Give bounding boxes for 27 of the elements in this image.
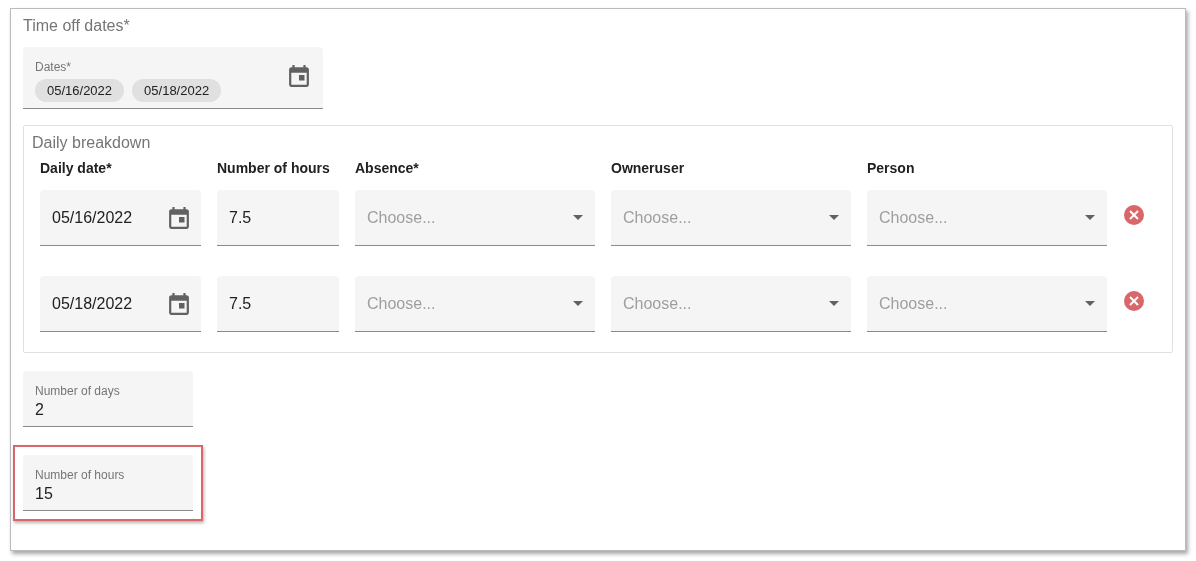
calendar-icon[interactable]	[289, 65, 309, 87]
date-input[interactable]: 05/16/2022	[40, 190, 201, 246]
panel-legend: Daily breakdown	[32, 134, 151, 152]
dropdown-caret-icon	[573, 215, 583, 220]
dropdown-caret-icon	[829, 215, 839, 220]
column-header: Daily date*	[40, 160, 113, 176]
date-chip[interactable]: 05/16/2022	[35, 79, 125, 102]
calendar-icon[interactable]	[169, 292, 189, 315]
hours-input[interactable]: 7.5	[217, 190, 339, 246]
dropdown-caret-icon	[573, 301, 583, 306]
summary-field[interactable]: Number of hours 15	[23, 455, 193, 511]
date-input[interactable]: 05/18/2022	[40, 276, 201, 332]
hours-input[interactable]: 7.5	[217, 276, 339, 332]
date-chip[interactable]: 05/18/2022	[132, 79, 222, 102]
remove-icon[interactable]	[1123, 290, 1145, 312]
column-header: Owneruser	[611, 160, 686, 176]
section-title: Time off dates*	[23, 17, 130, 35]
remove-icon[interactable]	[1123, 204, 1145, 226]
calendar-icon[interactable]	[169, 206, 189, 229]
dropdown-caret-icon	[1085, 301, 1095, 306]
column-header: Person	[867, 160, 916, 176]
column-header: Number of hours	[217, 160, 331, 176]
dropdown-caret-icon	[829, 301, 839, 306]
column-header: Absence*	[355, 160, 420, 176]
dates-field[interactable]: Dates* 05/16/2022 05/18/2022	[23, 47, 323, 109]
summary-field[interactable]: Number of days 2	[23, 371, 193, 427]
dropdown-caret-icon	[1085, 215, 1095, 220]
